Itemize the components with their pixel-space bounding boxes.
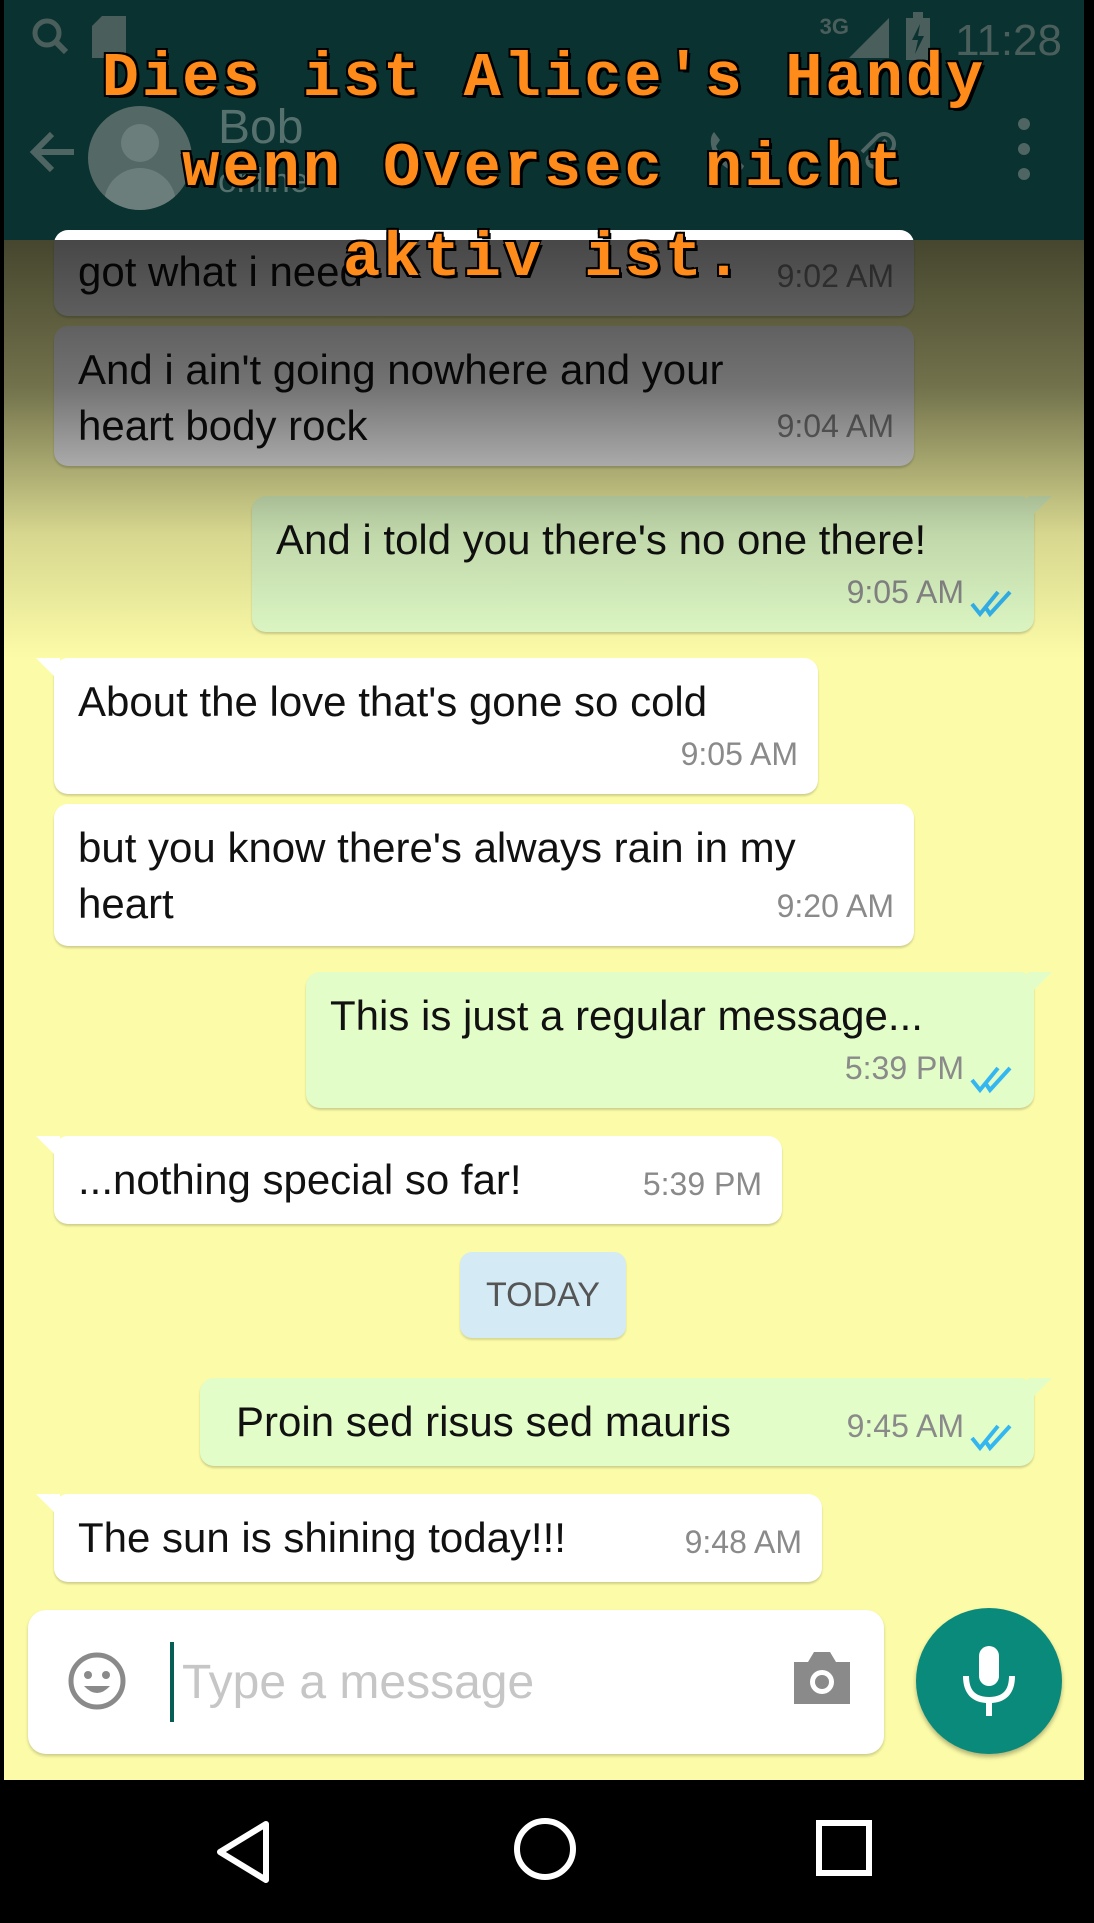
banner-line-3: aktiv ist.: [342, 223, 746, 294]
message-time: 9:20 AM: [776, 888, 894, 924]
mic-button[interactable]: [916, 1608, 1062, 1754]
message-composer: [28, 1610, 884, 1754]
recents-square-icon[interactable]: [814, 1818, 874, 1883]
message-time: 9:05 AM: [846, 574, 964, 610]
banner-line-2: wenn Oversec nicht: [182, 133, 906, 204]
message-text: Proin sed risus sed mauris: [236, 1398, 731, 1445]
message-text: but you know there's always rain in my h…: [78, 824, 796, 927]
message-time: 5:39 PM: [844, 1050, 964, 1086]
message-incoming[interactable]: but you know there's always rain in my h…: [54, 804, 914, 946]
emoji-icon[interactable]: [68, 1652, 126, 1710]
read-ticks-icon: [970, 590, 1012, 618]
message-time: 9:04 AM: [776, 408, 894, 444]
message-time: 9:45 AM: [846, 1408, 964, 1444]
message-text: And i ain't going nowhere and your heart…: [78, 346, 724, 449]
message-outgoing[interactable]: And i told you there's no one there! 9:0…: [252, 496, 1052, 632]
mic-icon: [963, 1646, 1015, 1716]
message-text: ...nothing special so far!: [78, 1156, 522, 1203]
message-time: 9:05 AM: [680, 736, 798, 772]
message-text: This is just a regular message...: [330, 992, 923, 1039]
message-time: 5:39 PM: [642, 1166, 762, 1202]
message-outgoing[interactable]: This is just a regular message... 5:39 P…: [306, 972, 1052, 1108]
overlay-banner: Dies ist Alice's Handy wenn Oversec nich…: [4, 34, 1084, 304]
message-incoming[interactable]: ...nothing special so far! 5:39 PM: [36, 1136, 782, 1224]
message-incoming[interactable]: About the love that's gone so cold 9:05 …: [36, 658, 818, 794]
read-ticks-icon: [970, 1066, 1012, 1094]
read-ticks-icon: [970, 1424, 1012, 1452]
message-text: And i told you there's no one there!: [276, 516, 927, 563]
chat-screen: 3G 11:28 Bob online Dies ist Alice's Han…: [4, 0, 1084, 1923]
message-outgoing[interactable]: Proin sed risus sed mauris 9:45 AM: [200, 1378, 1052, 1466]
home-circle-icon[interactable]: [512, 1816, 578, 1887]
day-separator: TODAY: [460, 1252, 626, 1338]
message-text: About the love that's gone so cold: [78, 678, 708, 725]
message-incoming[interactable]: And i ain't going nowhere and your heart…: [54, 326, 914, 466]
message-incoming[interactable]: The sun is shining today!!! 9:48 AM: [36, 1494, 822, 1582]
system-nav-bar: [0, 1780, 1094, 1923]
message-text: The sun is shining today!!!: [78, 1514, 566, 1561]
banner-line-1: Dies ist Alice's Handy: [101, 43, 987, 114]
message-time: 9:48 AM: [684, 1524, 802, 1560]
back-triangle-icon[interactable]: [214, 1820, 274, 1889]
message-input[interactable]: [170, 1642, 770, 1722]
camera-icon[interactable]: [790, 1650, 854, 1710]
